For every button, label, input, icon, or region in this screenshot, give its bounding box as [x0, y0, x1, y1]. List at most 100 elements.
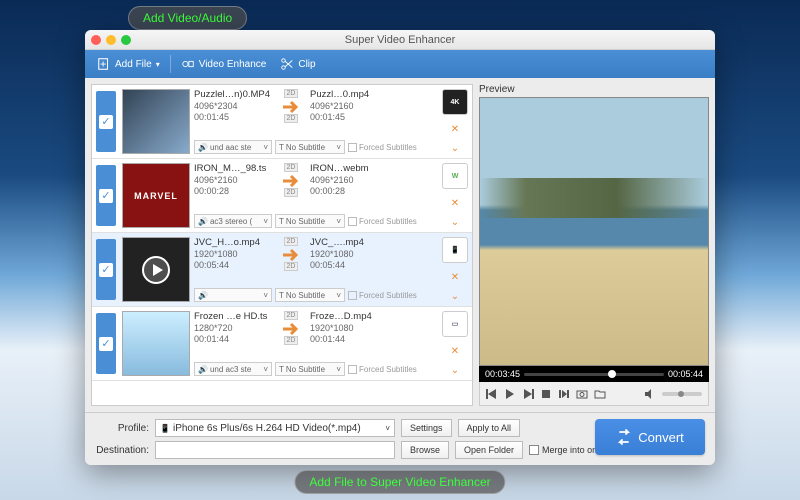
format-badge[interactable]: ▭ — [442, 311, 468, 337]
row-checkbox[interactable]: ✓ — [96, 165, 116, 226]
file-row[interactable]: ✓ Frozen …e HD.ts 1280*720 00:01:44 2D 2… — [92, 307, 472, 381]
forced-subtitles-checkbox[interactable]: Forced Subtitles — [348, 140, 417, 154]
preview-screen[interactable] — [479, 97, 709, 366]
file-row[interactable]: ✓ MARVEL IRON_M…_98.ts 4096*2160 00:00:2… — [92, 159, 472, 233]
scissors-icon — [280, 57, 294, 71]
volume-icon[interactable] — [644, 388, 656, 400]
thumbnail[interactable] — [122, 237, 190, 302]
file-list[interactable]: ✓ Puzzlel…n)0.MP4 4096*2304 00:01:45 2D … — [91, 84, 473, 406]
subtitle-icon: T — [279, 143, 284, 152]
arrow-icon — [281, 174, 301, 188]
dst-2d-badge: 2D — [284, 336, 299, 345]
profile-select[interactable]: 📱 iPhone 6s Plus/6s H.264 HD Video(*.mp4… — [155, 419, 395, 437]
thumbnail[interactable] — [122, 89, 190, 154]
dst-filename: Froze…D.mp4 — [310, 311, 388, 322]
destination-input[interactable] — [155, 441, 395, 459]
dst-filename: IRON…webm — [310, 163, 388, 174]
add-file-icon — [97, 57, 111, 71]
dst-dimensions: 4096*2160 — [310, 101, 388, 111]
audio-track-select[interactable]: 🔊und ac3 ste˅ — [194, 362, 272, 376]
remove-row-button[interactable]: ✕ — [451, 346, 459, 357]
format-badge[interactable]: 📱 — [442, 237, 468, 263]
clip-button[interactable]: Clip — [276, 54, 319, 74]
remove-row-button[interactable]: ✕ — [451, 272, 459, 283]
row-checkbox[interactable]: ✓ — [96, 239, 116, 300]
forced-subtitles-checkbox[interactable]: Forced Subtitles — [348, 214, 417, 228]
convert-label: Convert — [638, 430, 684, 445]
remove-row-button[interactable]: ✕ — [451, 198, 459, 209]
checkbox-icon — [529, 445, 539, 455]
profile-value: iPhone 6s Plus/6s H.264 HD Video(*.mp4) — [173, 423, 385, 434]
dst-2d-badge: 2D — [284, 262, 299, 271]
forced-subtitles-checkbox[interactable]: Forced Subtitles — [348, 362, 417, 376]
expand-row-button[interactable]: ⌄ — [451, 291, 459, 302]
chevron-down-icon: ˅ — [263, 365, 268, 374]
preview-timebar: 00:03:45 00:05:44 — [479, 366, 709, 382]
expand-row-button[interactable]: ⌄ — [451, 365, 459, 376]
dst-filename: JVC_….mp4 — [310, 237, 388, 248]
time-current: 00:03:45 — [485, 369, 520, 379]
src-dimensions: 4096*2304 — [194, 101, 272, 111]
subtitle-select[interactable]: TNo Subtitle˅ — [275, 288, 345, 302]
thumbnail[interactable]: MARVEL — [122, 163, 190, 228]
play-icon[interactable] — [504, 388, 516, 400]
preview-panel: Preview 00:03:45 00:05:44 — [479, 84, 709, 406]
row-checkbox[interactable]: ✓ — [96, 91, 116, 152]
src-2d-badge: 2D — [284, 89, 299, 98]
subtitle-select[interactable]: TNo Subtitle˅ — [275, 140, 345, 154]
seek-slider[interactable] — [524, 373, 664, 376]
forced-subtitles-checkbox[interactable]: Forced Subtitles — [348, 288, 417, 302]
expand-row-button[interactable]: ⌄ — [451, 217, 459, 228]
audio-track-select[interactable]: 🔊ac3 stereo (˅ — [194, 214, 272, 228]
convert-button[interactable]: Convert — [595, 419, 705, 455]
add-file-button[interactable]: Add File ▾ — [93, 54, 164, 74]
audio-icon: 🔊 — [198, 365, 208, 374]
preview-label: Preview — [479, 84, 709, 95]
app-window: Super Video Enhancer Add File ▾ Video En… — [85, 30, 715, 465]
file-row[interactable]: ✓ JVC_H…o.mp4 1920*1080 00:05:44 2D 2D J… — [92, 233, 472, 307]
dst-2d-badge: 2D — [284, 188, 299, 197]
row-checkbox[interactable]: ✓ — [96, 313, 116, 374]
src-duration: 00:01:44 — [194, 334, 272, 344]
dst-duration: 00:01:45 — [310, 112, 388, 122]
browse-button[interactable]: Browse — [401, 441, 449, 459]
audio-icon: 🔊 — [198, 143, 208, 152]
titlebar: Super Video Enhancer — [85, 30, 715, 50]
chevron-down-icon: ˅ — [263, 291, 268, 300]
expand-row-button[interactable]: ⌄ — [451, 143, 459, 154]
src-filename: JVC_H…o.mp4 — [194, 237, 272, 248]
audio-track-select[interactable]: 🔊˅ — [194, 288, 272, 302]
prev-icon[interactable] — [486, 388, 498, 400]
annotation-add-file-wide: Add File to Super Video Enhancer — [294, 470, 505, 494]
folder-icon[interactable] — [594, 388, 606, 400]
add-file-label: Add File — [115, 59, 152, 70]
remove-row-button[interactable]: ✕ — [451, 124, 459, 135]
arrow-icon — [281, 248, 301, 262]
snapshot-icon[interactable] — [576, 388, 588, 400]
src-duration: 00:01:45 — [194, 112, 272, 122]
step-icon[interactable] — [558, 388, 570, 400]
subtitle-select[interactable]: TNo Subtitle˅ — [275, 214, 345, 228]
stop-icon[interactable] — [540, 388, 552, 400]
subtitle-icon: T — [279, 291, 284, 300]
audio-icon: 🔊 — [198, 217, 208, 226]
audio-track-select[interactable]: 🔊und aac ste˅ — [194, 140, 272, 154]
src-dimensions: 4096*2160 — [194, 175, 272, 185]
open-folder-button[interactable]: Open Folder — [455, 441, 523, 459]
apply-all-button[interactable]: Apply to All — [458, 419, 521, 437]
subtitle-select[interactable]: TNo Subtitle˅ — [275, 362, 345, 376]
time-total: 00:05:44 — [668, 369, 703, 379]
check-icon: ✓ — [99, 115, 113, 129]
volume-slider[interactable] — [662, 392, 702, 396]
dst-duration: 00:01:44 — [310, 334, 388, 344]
format-badge[interactable]: 4K — [442, 89, 468, 115]
format-badge[interactable]: W — [442, 163, 468, 189]
file-row[interactable]: ✓ Puzzlel…n)0.MP4 4096*2304 00:01:45 2D … — [92, 85, 472, 159]
src-2d-badge: 2D — [284, 237, 299, 246]
dst-dimensions: 1920*1080 — [310, 323, 388, 333]
next-icon[interactable] — [522, 388, 534, 400]
toolbar: Add File ▾ Video Enhance Clip — [85, 50, 715, 78]
thumbnail[interactable] — [122, 311, 190, 376]
settings-button[interactable]: Settings — [401, 419, 452, 437]
video-enhance-button[interactable]: Video Enhance — [177, 54, 271, 74]
